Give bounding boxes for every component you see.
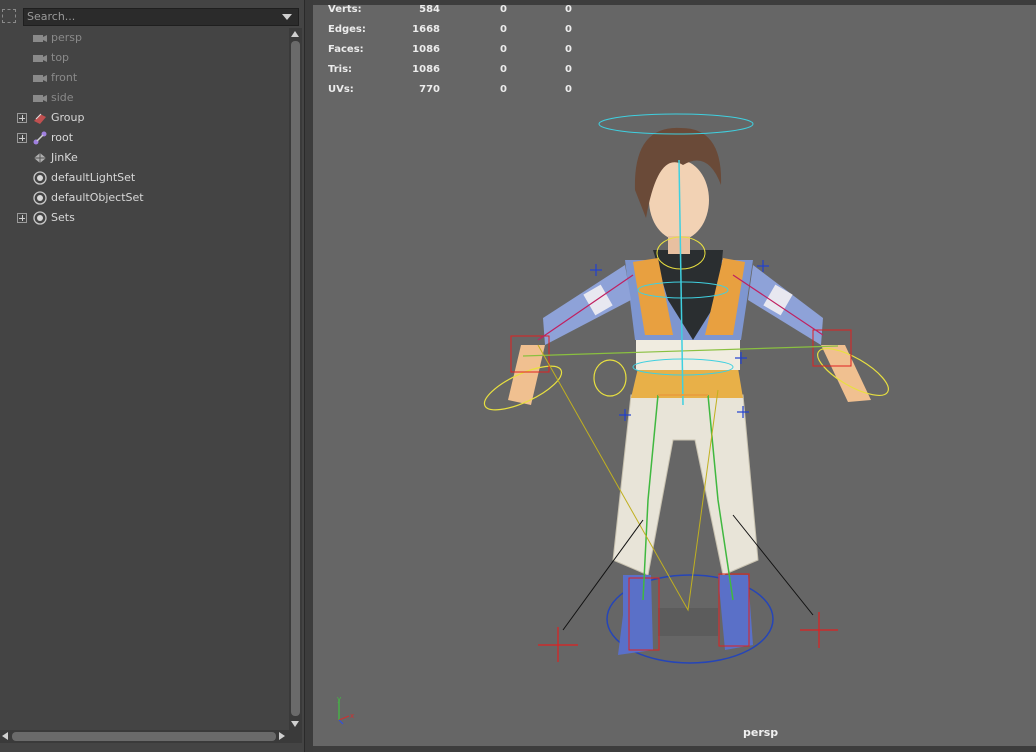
viewport-persp[interactable]: Verts: 584 0 0 Edges: 1668 0 0 Faces: 1086 0 0 Tris:… (313, 0, 1036, 746)
set-icon (32, 171, 48, 185)
outliner-item-sets[interactable]: Sets (0, 208, 288, 228)
search-placeholder: Search... (27, 10, 76, 23)
hud-value: 0 (500, 44, 507, 55)
hud-value: 0 (565, 4, 572, 15)
axis-indicator-icon: y x (337, 695, 354, 725)
search-input[interactable]: Search... (23, 8, 299, 26)
scroll-left-icon[interactable] (2, 732, 8, 740)
hud-value: 0 (565, 24, 572, 35)
vertical-scrollbar[interactable] (289, 28, 302, 730)
pants (612, 394, 759, 576)
joint-icon (32, 131, 48, 145)
expand-plus-icon[interactable] (17, 213, 27, 223)
expand-plus-icon[interactable] (17, 133, 27, 143)
boot-right (718, 575, 753, 650)
viewport-bottom-border (313, 746, 1036, 752)
scroll-thumb[interactable] (291, 41, 300, 716)
outliner-item-side[interactable]: side (0, 88, 288, 108)
camera-icon (32, 51, 48, 65)
hud-value: 584 (419, 4, 440, 15)
horizontal-scrollbar[interactable] (0, 730, 302, 743)
outliner-item-jinke[interactable]: JinKe (0, 148, 288, 168)
hud-value: 1086 (412, 64, 440, 75)
outliner-item-label: Sets (51, 211, 75, 224)
outliner-item-label: defaultObjectSet (51, 191, 144, 204)
outliner-item-front[interactable]: front (0, 68, 288, 88)
outliner-item-root[interactable]: root (0, 128, 288, 148)
hip-ctrl-yellow (593, 359, 627, 397)
outliner-item-label: Group (51, 111, 85, 124)
hud-value: 0 (565, 64, 572, 75)
scroll-down-icon[interactable] (291, 721, 299, 727)
boot-left (618, 575, 653, 655)
camera-icon (32, 91, 48, 105)
expand-plus-icon[interactable] (17, 113, 27, 123)
outliner-item-defaultlightset[interactable]: defaultLightSet (0, 168, 288, 188)
outliner-item-group[interactable]: Group (0, 108, 288, 128)
group-icon (32, 111, 48, 125)
mesh-icon (32, 151, 48, 165)
panel-divider[interactable] (304, 0, 313, 752)
camera-icon (32, 31, 48, 45)
hud-label: UVs: (328, 84, 354, 95)
outliner-item-label: front (51, 71, 78, 84)
hud-value: 1086 (412, 44, 440, 55)
hud-value: 0 (500, 24, 507, 35)
outliner-item-label: persp (51, 31, 82, 44)
locator-left (538, 627, 578, 662)
hud-value: 1668 (412, 24, 440, 35)
camera-icon (32, 71, 48, 85)
outliner-item-label: JinKe (51, 151, 78, 164)
outliner-panel: Search... persp top front side Group root JinK… (0, 0, 304, 752)
outliner-item-defaultobjectset[interactable]: defaultObjectSet (0, 188, 288, 208)
arm-left (543, 265, 631, 345)
sash (636, 340, 740, 370)
set-icon (32, 211, 48, 225)
search-row: Search... (0, 6, 304, 28)
hud-value: 0 (565, 44, 572, 55)
ground-grid (658, 608, 718, 636)
hud-label: Faces: (328, 44, 364, 55)
hud-label: Tris: (328, 64, 353, 75)
hscroll-thumb[interactable] (12, 732, 276, 741)
outliner-item-label: defaultLightSet (51, 171, 136, 184)
outliner-item-top[interactable]: top (0, 48, 288, 68)
scroll-up-icon[interactable] (291, 31, 299, 37)
hud-label: Edges: (328, 24, 366, 35)
hud-value: 0 (500, 84, 507, 95)
search-dropdown-icon[interactable] (282, 14, 292, 20)
hud-value: 0 (500, 64, 507, 75)
outliner-item-label: top (51, 51, 70, 64)
character-scene[interactable] (313, 0, 1036, 746)
outliner-item-persp[interactable]: persp (0, 28, 288, 48)
svg-text:y: y (337, 695, 341, 703)
hand-left (508, 345, 545, 405)
hud-value: 0 (565, 84, 572, 95)
locator-right (800, 612, 838, 648)
set-icon (32, 191, 48, 205)
outliner-options-icon[interactable] (2, 9, 16, 23)
hud-value: 770 (419, 84, 440, 95)
arm-bone-left (537, 274, 634, 341)
svg-text:x: x (350, 712, 354, 720)
outliner-item-label: side (51, 91, 74, 104)
hud-value: 0 (500, 4, 507, 15)
camera-name-label: persp (743, 726, 779, 739)
outliner-item-label: root (51, 131, 74, 144)
hud-label: Verts: (328, 4, 362, 15)
scroll-right-icon[interactable] (279, 732, 285, 740)
